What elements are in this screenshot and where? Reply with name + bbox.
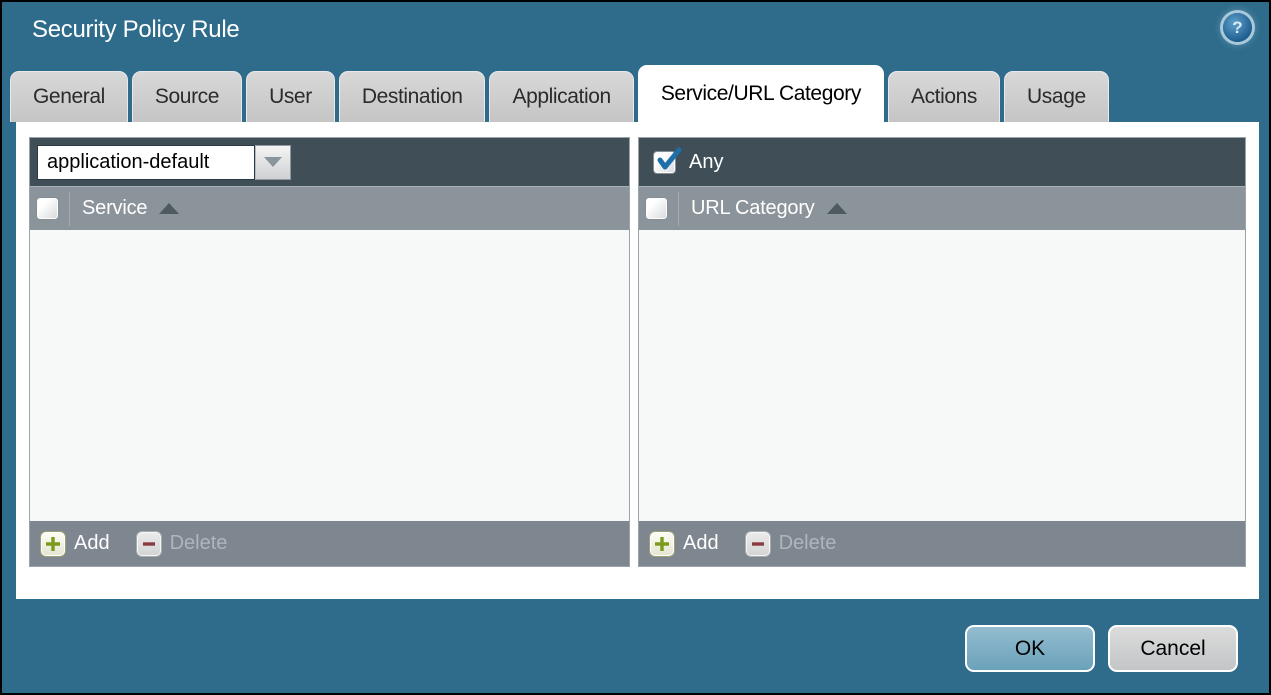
- tab-user[interactable]: User: [246, 71, 335, 122]
- service-delete-button[interactable]: Delete: [135, 530, 228, 557]
- service-select-all-checkbox[interactable]: [36, 197, 59, 220]
- service-column-header: Service: [82, 197, 148, 219]
- chevron-down-icon: [264, 157, 282, 167]
- service-add-button[interactable]: Add: [40, 530, 110, 557]
- tab-source[interactable]: Source: [131, 71, 243, 122]
- tab-usage[interactable]: Usage: [1004, 71, 1109, 122]
- tab-general[interactable]: General: [10, 71, 128, 122]
- dialog-body: application-default Service Add Delete A…: [16, 122, 1259, 599]
- url-category-panel: Any URL Category Add Delete: [638, 137, 1246, 567]
- service-type-dropdown[interactable]: application-default: [37, 144, 291, 180]
- tab-application[interactable]: Application: [489, 71, 634, 122]
- minus-icon: [744, 530, 771, 557]
- url-category-panel-header: Any: [639, 138, 1245, 186]
- any-checkbox[interactable]: [653, 147, 682, 174]
- checkmark-icon: [657, 147, 682, 169]
- service-list-body[interactable]: [30, 230, 629, 521]
- tab-actions[interactable]: Actions: [887, 71, 1001, 122]
- service-panel: application-default Service Add Delete: [29, 137, 630, 567]
- dialog-title: Security Policy Rule: [32, 16, 240, 43]
- tab-bar: General Source User Destination Applicat…: [10, 65, 1261, 122]
- service-column-header-row: Service: [30, 186, 629, 230]
- add-button-label: Add: [683, 532, 719, 554]
- service-type-dropdown-button[interactable]: [255, 144, 291, 180]
- url-category-column-header-row: URL Category: [639, 186, 1245, 230]
- column-separator: [678, 191, 679, 226]
- plus-icon: [649, 530, 675, 557]
- add-button-label: Add: [74, 532, 110, 554]
- help-icon[interactable]: ?: [1223, 13, 1252, 42]
- service-type-dropdown-value[interactable]: application-default: [37, 144, 255, 180]
- url-category-column-header: URL Category: [691, 197, 815, 219]
- service-panel-footer: Add Delete: [30, 521, 629, 566]
- column-separator: [69, 191, 70, 226]
- tab-destination[interactable]: Destination: [338, 71, 486, 122]
- url-category-panel-footer: Add Delete: [639, 521, 1245, 566]
- delete-button-label: Delete: [778, 532, 837, 554]
- service-panel-header: application-default: [30, 138, 629, 186]
- sort-ascending-icon[interactable]: [826, 203, 847, 214]
- delete-button-label: Delete: [169, 532, 228, 554]
- url-category-delete-button[interactable]: Delete: [744, 530, 837, 557]
- sort-ascending-icon[interactable]: [159, 203, 180, 214]
- security-policy-rule-dialog: Security Policy Rule ? General Source Us…: [0, 0, 1271, 695]
- tab-service-url-category[interactable]: Service/URL Category: [637, 65, 884, 122]
- plus-icon: [40, 530, 66, 557]
- cancel-button[interactable]: Cancel: [1108, 625, 1238, 672]
- url-category-add-button[interactable]: Add: [649, 530, 719, 557]
- url-category-list-body[interactable]: [639, 230, 1245, 521]
- any-checkbox-label: Any: [689, 150, 724, 173]
- url-category-select-all-checkbox[interactable]: [645, 197, 668, 220]
- ok-button[interactable]: OK: [965, 625, 1095, 672]
- minus-icon: [135, 530, 162, 557]
